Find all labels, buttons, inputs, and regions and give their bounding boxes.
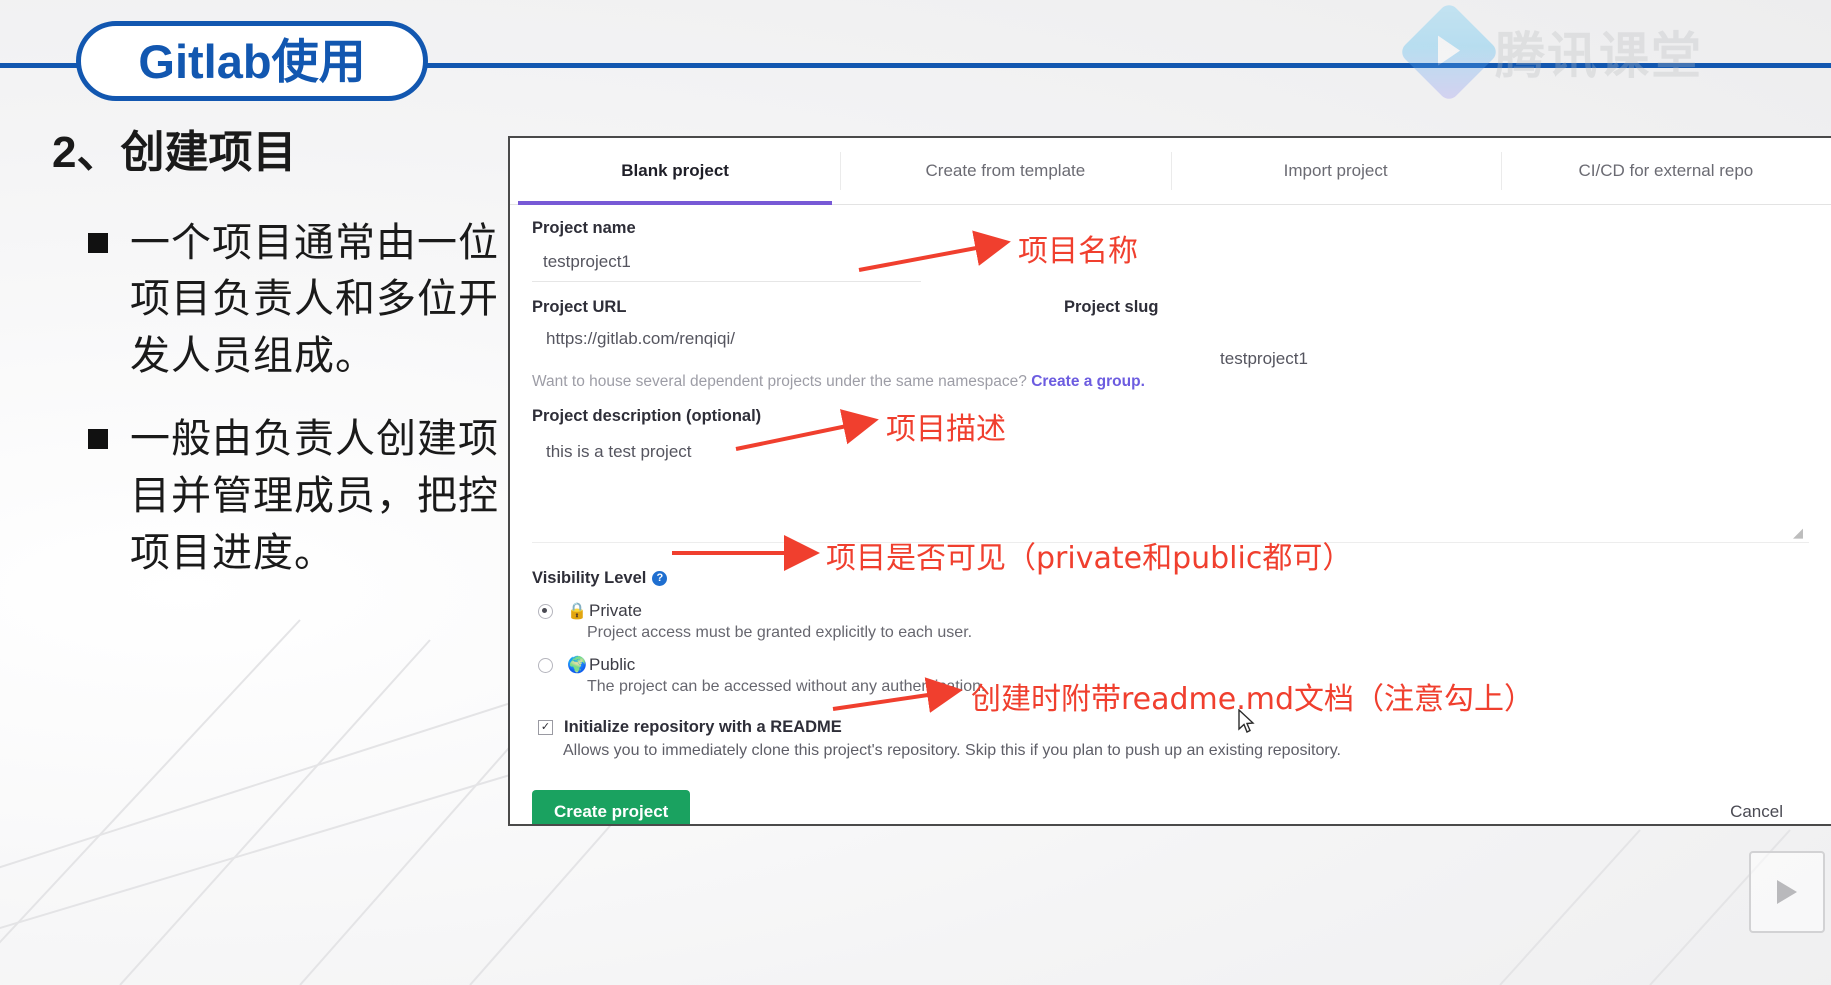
list-item: 一般由负责人创建项目并管理成员，把控项目进度。	[52, 411, 502, 581]
project-slug-group: Project slug testproject1	[1064, 282, 1464, 369]
tab-blank-project[interactable]: Blank project	[510, 138, 840, 205]
project-type-tabs: Blank project Create from template Impor…	[510, 138, 1831, 205]
project-form-body: Project name testproject1 Project URL ht…	[510, 205, 1831, 824]
cancel-button[interactable]: Cancel	[1724, 801, 1789, 823]
tab-label: CI/CD for external repo	[1578, 161, 1754, 180]
namespace-hint-text: Want to house several dependent projects…	[532, 373, 1027, 390]
video-play-overlay[interactable]	[1749, 851, 1825, 933]
project-name-input[interactable]: testproject1	[532, 246, 921, 282]
bullet-square-icon	[88, 428, 108, 449]
bullet-text: 一个项目通常由一位项目负责人和多位开发人员组成。	[130, 219, 499, 380]
project-description-value: this is a test project	[546, 442, 692, 461]
project-description-label: Project description (optional)	[532, 407, 762, 425]
watermark-label: 腾讯课堂	[1495, 28, 1703, 84]
visibility-public-label: Public	[589, 655, 636, 674]
play-icon	[1777, 880, 1797, 904]
namespace-hint: Want to house several dependent projects…	[532, 373, 1809, 391]
checkbox-initialize-readme[interactable]: ✓	[538, 720, 553, 735]
annotation-visibility: 项目是否可见（private和public都可）	[826, 541, 1353, 576]
bullet-text: 一般由负责人创建项目并管理成员，把控项目进度。	[130, 415, 499, 576]
visibility-option-private[interactable]: 🔒 Private Project access must be granted…	[532, 601, 1809, 642]
project-slug-input[interactable]: testproject1	[1064, 325, 1464, 369]
project-slug-label: Project slug	[1064, 298, 1159, 316]
tab-import-project[interactable]: Import project	[1170, 138, 1501, 204]
list-item: 一个项目通常由一位项目负责人和多位开发人员组成。	[52, 215, 502, 385]
tab-label: Blank project	[621, 161, 729, 180]
visibility-level-label: Visibility Level	[532, 569, 647, 587]
resize-handle-icon[interactable]: ◢	[1793, 526, 1805, 539]
tab-label: Create from template	[925, 161, 1086, 180]
project-url-label: Project URL	[532, 298, 627, 316]
readme-description: Allows you to immediately clone this pro…	[563, 742, 1341, 759]
project-description-textarea[interactable]: this is a test project ◢	[532, 434, 1809, 543]
readme-option-group: ✓ Initialize repository with a README Al…	[532, 718, 1809, 760]
project-url-group: Project URL https://gitlab.com/renqiqi/	[532, 282, 1064, 369]
form-footer: Create project Cancel	[532, 790, 1809, 824]
left-content-column: 2、创建项目 一个项目通常由一位项目负责人和多位开发人员组成。 一般由负责人创建…	[52, 128, 502, 607]
globe-icon: 🌍	[567, 657, 587, 674]
tab-label: Import project	[1283, 161, 1388, 180]
visibility-private-description: Project access must be granted explicitl…	[587, 624, 973, 641]
project-name-label: Project name	[532, 219, 636, 237]
page-title: Gitlab使用	[138, 34, 366, 88]
url-slug-row: Project URL https://gitlab.com/renqiqi/ …	[532, 282, 1809, 369]
gitlab-new-project-card: Blank project Create from template Impor…	[508, 136, 1831, 826]
project-url-input[interactable]: https://gitlab.com/renqiqi/	[532, 325, 1064, 359]
slide-canvas: Gitlab使用 腾讯课堂 2、创建项目 一个项目通常由一位项目负责人和多位开发…	[0, 0, 1831, 985]
readme-label: Initialize repository with a README	[564, 718, 842, 736]
create-project-button[interactable]: Create project	[532, 790, 691, 824]
radio-public[interactable]	[538, 657, 553, 673]
annotation-project-name: 项目名称	[1018, 234, 1138, 269]
watermark-logo-icon	[1398, 1, 1500, 103]
create-a-group-link[interactable]: Create a group.	[1031, 373, 1145, 390]
section-heading: 2、创建项目	[52, 128, 297, 177]
annotation-description: 项目描述	[886, 412, 1006, 447]
bullet-square-icon	[88, 232, 108, 253]
visibility-private-label: Private	[589, 601, 642, 620]
tencent-classroom-watermark: 腾讯课堂	[1398, 0, 1823, 104]
help-question-icon[interactable]: ?	[652, 571, 668, 586]
radio-private[interactable]	[538, 603, 553, 619]
tab-cicd-external-repo[interactable]: CI/CD for external repo	[1500, 138, 1831, 204]
lock-icon: 🔒	[567, 603, 587, 620]
tab-create-from-template[interactable]: Create from template	[840, 138, 1170, 204]
slide-title-pill: Gitlab使用	[76, 21, 428, 101]
annotation-readme: 创建时附带readme.md文档（注意勾上）	[971, 682, 1535, 717]
